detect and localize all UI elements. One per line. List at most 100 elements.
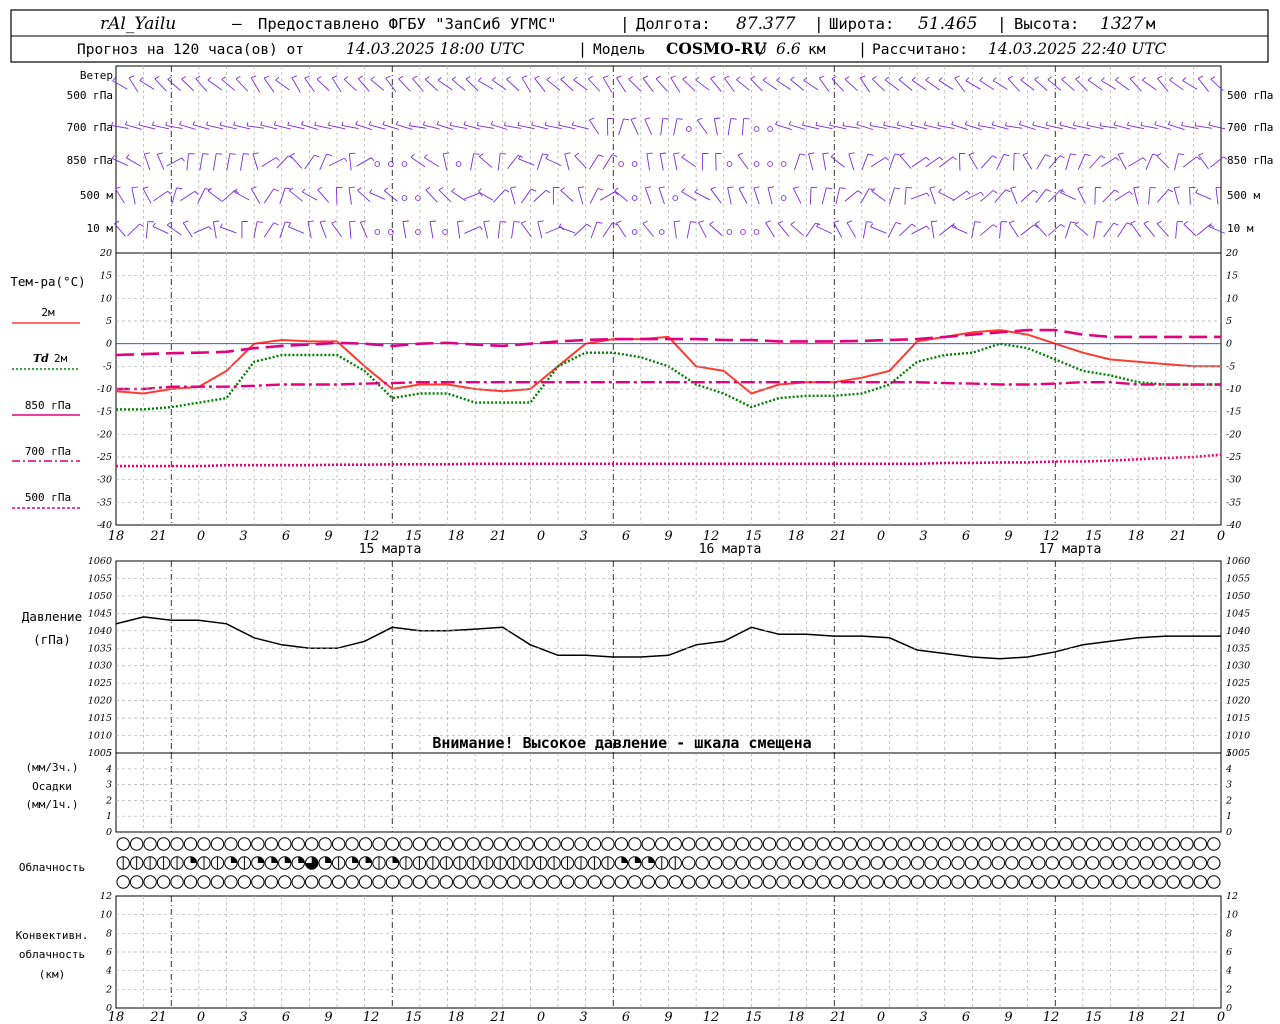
ytick-left: -5 [103,361,112,372]
wind-barb-feather [1195,189,1199,193]
wind-barb [588,119,600,135]
wind-barb [925,79,940,91]
cloud-circle [681,856,696,870]
cloud-title: Облачность [19,861,85,874]
wind-barb [1047,79,1062,91]
wind-barb [738,188,748,204]
wind-barb-feather [899,152,905,156]
cloud-circle [210,837,225,851]
legend-td-sym: Td [33,352,49,365]
wind-barb-feather [1133,186,1140,189]
wind-barb [833,222,843,238]
wind-barb-feather [1208,121,1211,126]
wind-barb [438,189,452,203]
wind-barb [509,187,516,205]
cloud-circle [251,875,265,889]
conv-title1: Конвективн. [16,929,89,942]
wind-barb-feather [534,75,540,79]
cloud-circle [843,856,857,870]
wind-barb-feather [1157,75,1163,79]
cloud-circle [1153,875,1167,889]
cloud-circle [735,856,750,870]
wind-barb [602,77,613,93]
wind-barb-feather [597,187,604,191]
wind-level-right-3: 500 м [1227,189,1260,202]
cloud-circle [722,875,736,889]
wind-barb [181,78,195,92]
wind-barb [929,187,936,205]
hour-label: 9 [1004,529,1012,544]
wind-barb-feather [859,75,866,79]
wind-barb [560,190,574,202]
wind-barb-feather [114,220,120,224]
wind-barb [131,187,136,205]
wind-barb-feather [1100,155,1106,159]
wind-barb [1175,221,1178,239]
hour-label: 9 [1004,1010,1012,1024]
wind-barb [628,78,642,92]
wind-barb [938,191,954,201]
wind-barb [166,224,182,236]
wind-barb [564,153,570,171]
wind-barb-feather [925,156,930,161]
wind-barb [186,153,189,171]
wind-barb [831,78,844,92]
wind-barb-feather [857,190,862,194]
hour-label: 6 [622,529,630,544]
cloud-circle [1126,837,1140,851]
wind-barb [1197,78,1210,92]
cloud-circle [493,837,507,851]
cloud-mark [634,856,642,863]
wind-barb-feather [992,190,998,194]
wind-barb-feather [449,121,452,126]
cloud-circle [910,875,925,889]
wind-barb [1007,78,1020,92]
wind-barb [616,222,627,238]
wind-barb-feather [846,220,853,224]
hour-label: 0 [537,1010,545,1024]
wind-barb-feather [866,221,873,223]
wind-barb-feather [1060,224,1066,228]
wind-barb-feather [423,154,428,158]
cloud-circle [291,837,305,851]
hour-label: 6 [962,1010,970,1024]
cloud-circle [170,837,184,851]
wind-barb-feather [929,186,936,189]
wind-barb [1182,156,1197,168]
lon-value: 87.377 [736,14,796,34]
wind-barb-feather [443,152,450,155]
cloud-mark [621,856,628,863]
wind-barb [128,77,139,93]
wind-barb-feather [1075,76,1081,80]
ytick-left: 1010 [88,731,112,742]
cloud-circle [857,856,871,870]
wind-barb [1157,78,1169,92]
ytick-right: -5 [1226,361,1235,372]
wind-barb-feather [1156,220,1162,225]
wind-barb-feather [1143,220,1149,224]
hour-label: 9 [324,1010,332,1024]
cloud-circle [237,837,252,851]
cloud-circle [991,875,1006,889]
wind-barb-feather [560,76,565,80]
cloud-mark [365,856,372,863]
wind-calm [753,161,760,167]
wind-barb [193,226,210,234]
cloud-circle [304,875,319,889]
ytick-right: 12 [1226,891,1238,902]
wind-barb [197,188,206,204]
wind-barb [497,221,501,239]
cloud-circle [924,856,938,870]
wind-barb-feather [1169,76,1174,81]
wind-barb-feather [545,189,551,194]
wind-barb-feather [436,120,440,125]
wind-barb [166,157,182,167]
cloud-circle [1166,856,1181,870]
cloud-circle [1139,856,1154,870]
cloud-circle [587,837,602,851]
wind-barb-feather [341,121,344,126]
wind-barb-feather [762,76,767,81]
cloud-circle [708,875,723,889]
cloud-circle [951,856,965,870]
wind-barb [681,191,697,201]
